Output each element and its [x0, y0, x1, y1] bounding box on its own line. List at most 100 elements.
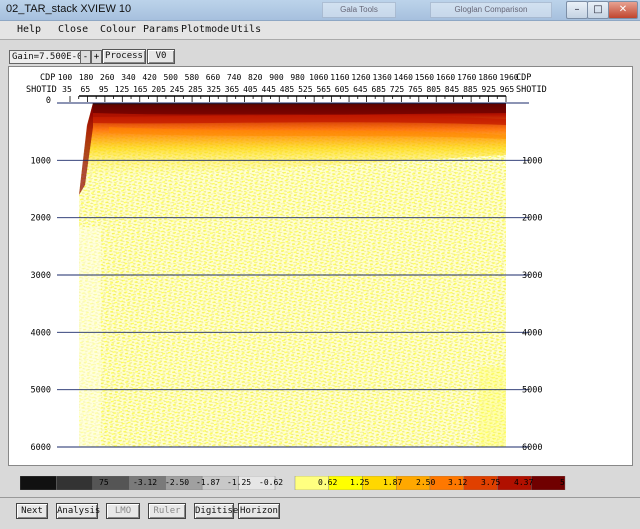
window-title: 02_TAR_stack XVIEW 10 [6, 3, 132, 15]
cdp-tick-label: 1760 [457, 73, 476, 82]
colorbar-label-pos-3: 1.87 [383, 478, 403, 487]
shotid-tick-label: 285 [188, 85, 203, 94]
cdp-tick-label: 180 [79, 73, 94, 82]
time-tick-label-right: 1000 [522, 156, 542, 166]
amplitude-colorbar: 75 -3.12 -2.50 -1.87 -1.25 -0.62 0.62 1.… [20, 476, 570, 490]
time-tick-label-right: 6000 [522, 443, 542, 453]
time-tick-label-left: 6000 [31, 443, 51, 453]
shotid-tick-label: 165 [133, 85, 148, 94]
shotid-tick-label: 205 [151, 85, 166, 94]
colorbar-label-neg-4: -1.87 [196, 478, 221, 487]
cdp-tick-label: 740 [227, 73, 242, 82]
time-tick-label-left: 2000 [31, 214, 51, 224]
time-tick-label-right: 5000 [522, 386, 542, 396]
cdp-tick-label: 260 [100, 73, 115, 82]
colorbar-label-pos-8: 5 [560, 478, 565, 487]
cdp-tick-label: 980 [290, 73, 305, 82]
cdp-tick-label: 1360 [373, 73, 392, 82]
toolbar: Gain=7.500E-01 - + Process V0 [0, 44, 640, 66]
colorbar-label-neg-5: -1.25 [227, 478, 252, 487]
horizon-button[interactable]: Horizon [238, 503, 280, 519]
gain-decrease-button[interactable]: - [80, 50, 91, 64]
cdp-tick-label: 1060 [309, 73, 328, 82]
close-window-button[interactable]: ✕ [608, 1, 638, 19]
colorbar-label-neg-3: -2.50 [165, 478, 190, 487]
time-tick-label-right: 2000 [522, 214, 542, 224]
background-tab-1: Gala Tools [322, 2, 396, 18]
gain-increase-button[interactable]: + [91, 50, 102, 64]
cdp-tick-label: 580 [185, 73, 200, 82]
cdp-tick-label: 900 [269, 73, 284, 82]
time-tick-label-left: 3000 [31, 271, 51, 281]
menu-params[interactable]: Params [143, 24, 179, 35]
time-tick-label-left: 1000 [31, 156, 51, 166]
shotid-tick-label: 95 [99, 85, 109, 94]
seismic-display-panel[interactable]: CDP CDP 100 180 260 340 420 500 580 660 740 820 90… [8, 66, 633, 466]
cdp-tick-label: 1460 [394, 73, 413, 82]
cdp-tick-label: 340 [121, 73, 136, 82]
cdp-tick-label: 660 [206, 73, 221, 82]
next-button[interactable]: Next [16, 503, 48, 519]
shotid-tick-label: 325 [206, 85, 221, 94]
cdp-tick-label: 500 [163, 73, 178, 82]
shotid-axis: SHOTID SHOTID 35 65 95 125 165 205 245 285 325 36… [26, 85, 547, 95]
menu-colour[interactable]: Colour [100, 24, 136, 35]
cdp-tick-label: 820 [248, 73, 263, 82]
shotid-tick-label: 445 [261, 85, 276, 94]
colorbar-label-pos-7: 4.37 [514, 478, 534, 487]
shotid-tick-label: 965 [500, 85, 515, 94]
menu-bar: Help Close Colour Params Plotmode Utils [0, 21, 640, 40]
cdp-tick-label: 420 [142, 73, 157, 82]
shotid-tick-label: 765 [408, 85, 423, 94]
maximize-button[interactable]: □ [587, 1, 609, 19]
shotid-tick-label: 35 [62, 85, 72, 94]
process-button[interactable]: Process [102, 49, 146, 64]
shotid-tick-label: 605 [335, 85, 350, 94]
axis-tick-marks [69, 96, 507, 102]
cdp-tick-label: 1560 [415, 73, 434, 82]
colorbar-label-neg-1: 75 [99, 478, 109, 487]
cdp-tick-label: 1960 [499, 73, 518, 82]
shotid-tick-label: 65 [81, 85, 91, 94]
colorbar-label-neg-2: -3.12 [133, 478, 158, 487]
shotid-tick-label: 405 [243, 85, 258, 94]
cdp-tick-label: 1860 [478, 73, 497, 82]
time-tick-label-left: 4000 [31, 328, 51, 338]
window-titlebar[interactable]: 02_TAR_stack XVIEW 10 Gala Tools Gloglan… [0, 0, 640, 21]
gain-field[interactable]: Gain=7.500E-01 [9, 50, 91, 64]
colorbar-label-pos-4: 2.50 [416, 478, 436, 487]
menu-close[interactable]: Close [58, 24, 88, 35]
shotid-tick-label: 125 [115, 85, 130, 94]
menu-help[interactable]: Help [17, 24, 41, 35]
seismic-section-plot[interactable]: CDP CDP 100 180 260 340 420 500 580 660 740 820 90… [9, 67, 632, 465]
colorbar-label-pos-5: 3.12 [448, 478, 468, 487]
time-tick-label-right: 3000 [522, 271, 542, 281]
colorbar-label-neg-6: -0.62 [259, 478, 284, 487]
shotid-tick-label: 365 [225, 85, 240, 94]
shotid-tick-label: 645 [353, 85, 368, 94]
digitise-button[interactable]: Digitise [194, 503, 238, 519]
time-tick-label-right: 4000 [522, 328, 542, 338]
shotid-tick-label: 925 [481, 85, 496, 94]
shotid-tick-label: 805 [426, 85, 441, 94]
cdp-axis: CDP CDP 100 180 260 340 420 500 580 660 740 820 90… [40, 73, 531, 83]
analysis-button[interactable]: Analysis [56, 503, 100, 519]
ruler-button[interactable]: Ruler [148, 503, 186, 519]
background-tab-2: Gloglan Comparison [430, 2, 552, 18]
colorbar-label-pos-6: 3.75 [481, 478, 501, 487]
cdp-axis-label-left: CDP [40, 73, 55, 83]
menu-utils[interactable]: Utils [231, 24, 261, 35]
menu-plotmode[interactable]: Plotmode [181, 24, 229, 35]
shotid-tick-label: 685 [371, 85, 386, 94]
lmo-button[interactable]: LMO [106, 503, 140, 519]
shotid-axis-label-left: SHOTID [26, 85, 57, 95]
minimize-button[interactable]: – [566, 1, 588, 19]
time-tick-label-left: 0 [46, 96, 51, 106]
bottom-toolbar: Next Analysis LMO Ruler Digitise Horizon [0, 497, 640, 522]
v0-button[interactable]: V0 [147, 49, 175, 64]
time-tick-label-left: 5000 [31, 386, 51, 396]
cdp-tick-label: 100 [58, 73, 73, 82]
shotid-tick-label: 565 [316, 85, 331, 94]
shotid-tick-label: 885 [463, 85, 478, 94]
cdp-tick-label: 1160 [330, 73, 349, 82]
